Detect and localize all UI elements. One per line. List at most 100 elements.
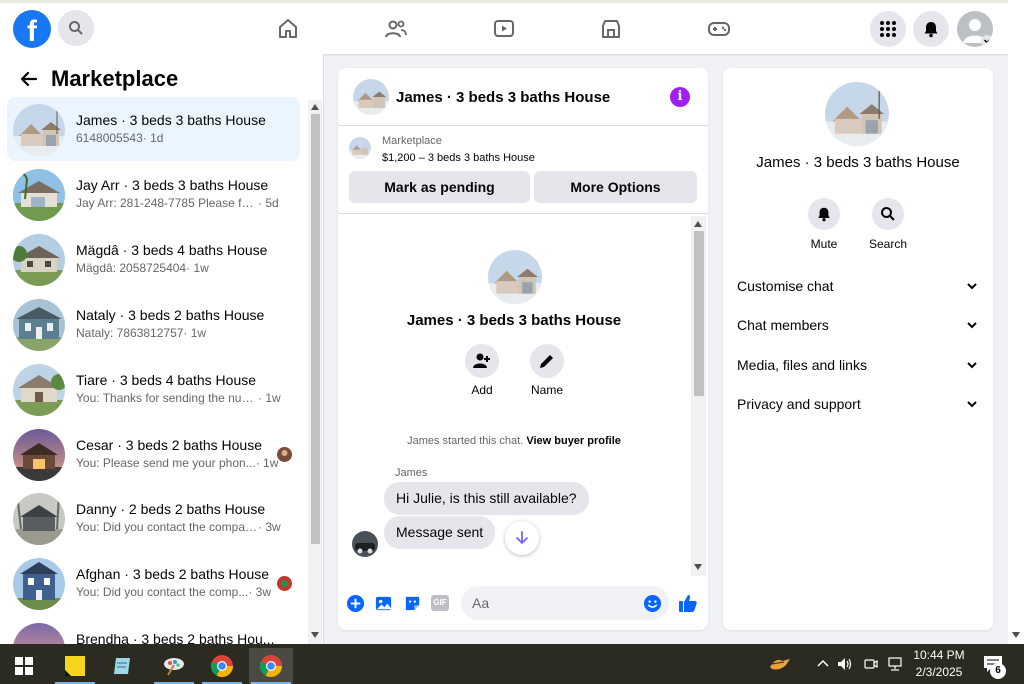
- chrome-icon: [259, 655, 282, 677]
- windows-logo-icon: [15, 657, 33, 675]
- account-avatar[interactable]: [957, 11, 993, 47]
- volume-control[interactable]: [837, 656, 853, 672]
- taskbar-chrome-1[interactable]: [200, 648, 244, 684]
- notifications-button[interactable]: [913, 11, 949, 47]
- gaming-tab[interactable]: [706, 16, 732, 42]
- conversation-item-cesar[interactable]: Cesar · 3 beds 2 baths House You: Please…: [7, 422, 300, 486]
- taskbar-chrome-2[interactable]: [249, 648, 293, 684]
- taskbar-sticky-notes[interactable]: [53, 648, 97, 684]
- sticker-icon: [405, 596, 419, 610]
- nickname-action[interactable]: Name: [517, 344, 577, 397]
- like-button[interactable]: [678, 593, 698, 613]
- conversation-item-james[interactable]: James · 3 beds 3 baths House 6148005543·…: [7, 97, 300, 161]
- section-label: Customise chat: [737, 278, 834, 294]
- gif-button[interactable]: GIF: [430, 593, 450, 613]
- start-button[interactable]: [2, 648, 46, 684]
- sidebar-scrollbar[interactable]: [308, 100, 322, 644]
- scroll-down-arrow[interactable]: [694, 564, 702, 570]
- scrollbar-thumb[interactable]: [694, 231, 704, 396]
- conversation-item-tiare[interactable]: Tiare · 3 beds 4 baths House You: Thanks…: [7, 357, 300, 421]
- buyer-name: James · 3 beds 3 baths House: [406, 312, 622, 329]
- meet-now-icon[interactable]: [863, 656, 879, 672]
- menu-button[interactable]: [870, 11, 906, 47]
- scroll-down-arrow[interactable]: [1012, 632, 1020, 638]
- network-status[interactable]: [887, 656, 903, 672]
- clock-date: 2/3/2025: [915, 665, 963, 679]
- conversation-item-nataly[interactable]: Nataly · 3 beds 2 baths House Nataly: 78…: [7, 292, 300, 356]
- facebook-logo[interactable]: f: [13, 10, 51, 48]
- show-hidden-icons[interactable]: [815, 656, 831, 672]
- scroll-down-arrow[interactable]: [311, 632, 319, 638]
- marketplace-tab[interactable]: [598, 16, 624, 42]
- system-clock[interactable]: 10:44 PM 2/3/2025: [908, 647, 970, 681]
- friends-tab[interactable]: [383, 16, 409, 42]
- conversation-name: Brendha · 3 beds 2 baths Hou...: [76, 631, 275, 644]
- taskbar-notepad[interactable]: [101, 648, 145, 684]
- back-arrow-icon[interactable]: [20, 70, 38, 88]
- conversation-preview: Jay Arr: 281-248-7785 Please feel f... · …: [76, 196, 279, 210]
- conversation-item-afghan[interactable]: Afghan · 3 beds 2 baths House You: Did y…: [7, 551, 300, 615]
- search-icon: [69, 21, 83, 35]
- conversation-name: Afghan · 3 beds 2 baths House: [76, 566, 270, 582]
- section-label: Privacy and support: [737, 396, 861, 412]
- sidebar-header: Marketplace: [0, 54, 323, 98]
- more-options-button[interactable]: More Options: [534, 171, 697, 203]
- taskbar-paint[interactable]: [152, 648, 196, 684]
- emoji-button[interactable]: [642, 593, 662, 613]
- chat-panel: James · 3 beds 3 baths House i Marketpla…: [338, 68, 708, 630]
- conversation-item-danny[interactable]: Danny · 2 beds 2 baths House You: Did yo…: [7, 486, 300, 550]
- message-input[interactable]: [461, 586, 669, 620]
- hand-wave-icon: [770, 659, 790, 670]
- sticker-button[interactable]: [402, 593, 422, 613]
- more-actions-button[interactable]: [345, 593, 365, 613]
- pencil-icon: [540, 355, 553, 368]
- conversation-preview: You: Thanks for sending the numb... · 1w: [76, 391, 281, 405]
- attach-photo-button[interactable]: [373, 593, 393, 613]
- watch-tab[interactable]: [491, 16, 517, 42]
- sender-name: James: [395, 467, 428, 479]
- home-icon: [279, 19, 297, 38]
- search-button[interactable]: [58, 10, 94, 46]
- scroll-up-arrow[interactable]: [311, 104, 319, 110]
- conversation-name: James · 3 beds 3 baths House: [76, 112, 266, 128]
- add-people-action[interactable]: Add: [452, 344, 512, 397]
- scroll-to-bottom-button[interactable]: [505, 521, 539, 555]
- network-icon: [888, 657, 902, 671]
- view-buyer-profile-link[interactable]: View buyer profile: [526, 435, 621, 447]
- details-avatar[interactable]: [825, 82, 889, 146]
- chat-members-section[interactable]: Chat members: [737, 310, 981, 340]
- conversation-item-brendha[interactable]: Brendha · 3 beds 2 baths Hou...: [7, 616, 300, 644]
- page-scrollbar[interactable]: [1008, 0, 1024, 644]
- chat-started-notice: James started this chat. View buyer prof…: [407, 435, 621, 447]
- info-icon[interactable]: i: [670, 87, 690, 107]
- mark-as-pending-button[interactable]: Mark as pending: [349, 171, 530, 203]
- buyer-profile-avatar[interactable]: [488, 250, 542, 304]
- conversation-preview: You: Did you contact the company... · 3w: [76, 520, 281, 534]
- media-files-links-section[interactable]: Media, files and links: [737, 350, 981, 380]
- search-icon: [881, 207, 895, 221]
- chat-scrollbar[interactable]: [691, 216, 706, 576]
- listing-thumbnail[interactable]: [349, 137, 371, 159]
- scroll-up-arrow[interactable]: [694, 221, 702, 227]
- mute-action[interactable]: Mute: [794, 198, 854, 251]
- listing-price[interactable]: $1,200 – 3 beds 3 baths House: [382, 152, 535, 164]
- message-bubble[interactable]: Hi Julie, is this still available?: [384, 482, 589, 515]
- message-composer: GIF: [338, 580, 708, 630]
- customise-chat-section[interactable]: Customise chat: [737, 271, 981, 301]
- top-navigation-bar: f: [0, 0, 1008, 54]
- conversation-item-magda[interactable]: Mägdâ · 3 beds 4 baths House Mägdâ: 2058…: [7, 227, 300, 291]
- search-in-chat-action[interactable]: Search: [858, 198, 918, 251]
- chevron-down-icon: [967, 401, 977, 408]
- home-tab[interactable]: [275, 16, 301, 42]
- conversation-preview: Mägdâ: 2058725404· 1w: [76, 261, 209, 275]
- conversation-item-jay-arr[interactable]: Jay Arr · 3 beds 3 baths House Jay Arr: …: [7, 162, 300, 226]
- tray-app-icon[interactable]: [768, 656, 792, 672]
- sticky-notes-icon: [65, 656, 85, 676]
- thumbs-up-icon: [679, 595, 697, 612]
- chat-title[interactable]: James · 3 beds 3 baths House: [396, 89, 610, 106]
- chat-avatar[interactable]: [353, 79, 389, 115]
- message-bubble[interactable]: Message sent: [384, 516, 496, 549]
- scrollbar-thumb[interactable]: [311, 114, 320, 544]
- privacy-support-section[interactable]: Privacy and support: [737, 389, 981, 419]
- sender-avatar[interactable]: [352, 531, 378, 557]
